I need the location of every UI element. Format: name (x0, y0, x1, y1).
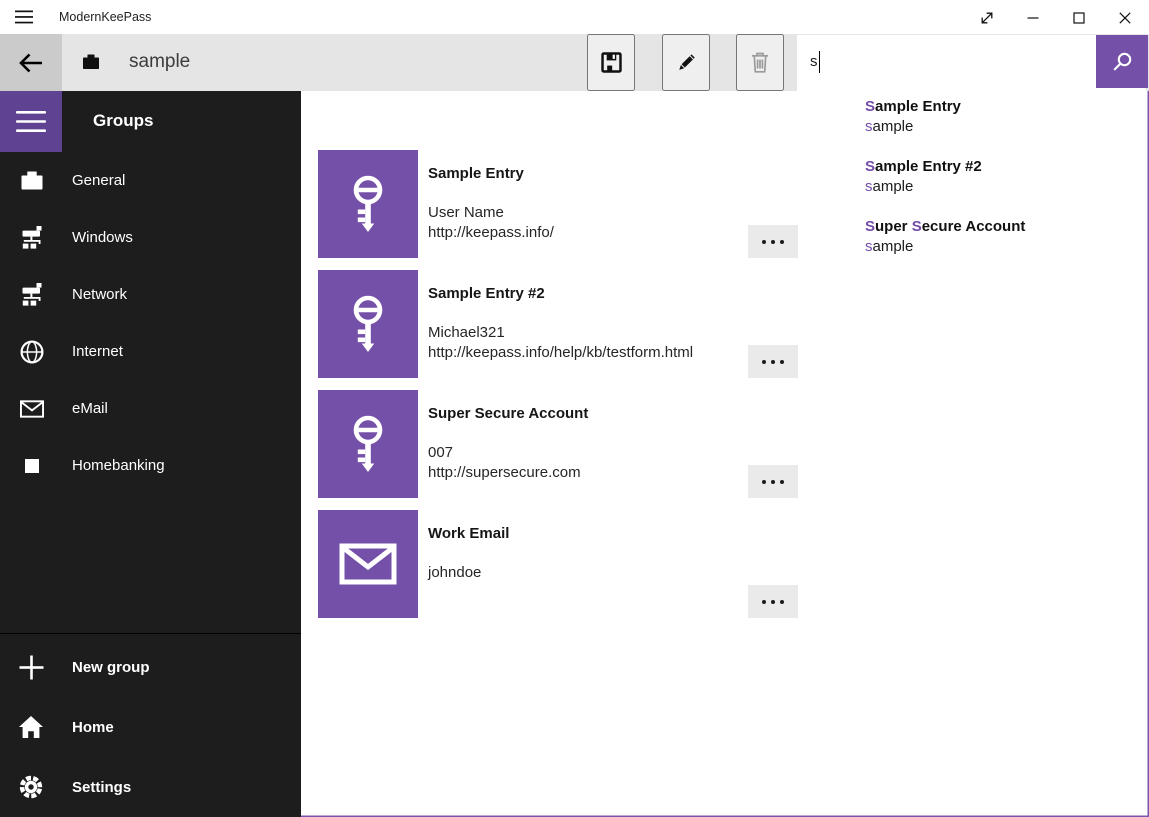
home-icon (18, 715, 44, 739)
more-options-button[interactable] (748, 585, 798, 618)
key-icon (344, 413, 392, 475)
entry-username: Michael321 (428, 323, 693, 343)
sidebar-item-label: Home (72, 719, 114, 736)
key-icon (344, 293, 392, 355)
mail-icon (339, 543, 397, 585)
entry-title: Work Email (428, 525, 509, 542)
save-button[interactable] (587, 34, 635, 91)
plus-icon (18, 655, 44, 680)
more-options-button[interactable] (748, 225, 798, 258)
trash-icon (751, 52, 769, 73)
entry-row[interactable]: Sample Entry User Name http://keepass.in… (318, 150, 798, 258)
entry-url: http://keepass.info/help/kb/testform.htm… (428, 343, 693, 363)
delete-button[interactable] (736, 34, 784, 91)
more-options-button[interactable] (748, 345, 798, 378)
hamburger-icon (16, 111, 46, 132)
sidebar-item-email[interactable]: eMail (0, 380, 301, 437)
sidebar-item-windows[interactable]: Windows (0, 209, 301, 266)
sidebar-item-general[interactable]: General (0, 152, 301, 209)
briefcase-icon (82, 53, 100, 75)
text-cursor (819, 51, 821, 73)
entry-details: Michael321 http://keepass.info/help/kb/t… (428, 323, 693, 363)
entry-title: Super Secure Account (428, 405, 588, 422)
app-title: ModernKeePass (59, 0, 151, 34)
minimize-icon[interactable] (1010, 1, 1056, 34)
groups-header: Groups (93, 91, 153, 152)
suggestion-title: Sample Entry (865, 97, 1146, 117)
sidebar-item-label: Windows (72, 229, 133, 246)
sidebar-item-label: eMail (72, 400, 108, 417)
entry-details: 007 http://supersecure.com (428, 443, 581, 483)
command-bar: sample s (0, 34, 1149, 91)
sidebar-item-home[interactable]: Home (0, 697, 301, 757)
sidebar-item-network[interactable]: Network (0, 266, 301, 323)
search-input[interactable]: s (797, 35, 1096, 88)
briefcase-icon (20, 170, 44, 191)
mail-icon (20, 400, 44, 418)
sidebar-item-label: New group (72, 659, 150, 676)
entry-tile[interactable] (318, 150, 418, 258)
square-icon (20, 459, 44, 473)
suggestion-subtitle: sample (865, 237, 1146, 257)
entry-username: johndoe (428, 563, 481, 583)
titlebar: ModernKeePass (0, 0, 1149, 34)
sidebar-item-homebanking[interactable]: Homebanking (0, 437, 301, 494)
expand-icon[interactable] (964, 1, 1010, 34)
edit-button[interactable] (662, 34, 710, 91)
entry-title: Sample Entry #2 (428, 285, 545, 302)
sidebar: Groups General Windows Network Internet … (0, 91, 301, 817)
sidebar-divider (0, 633, 301, 634)
entry-details: johndoe (428, 563, 481, 583)
network-icon (20, 226, 44, 249)
entry-url: http://supersecure.com (428, 463, 581, 483)
more-options-button[interactable] (748, 465, 798, 498)
window-controls (964, 1, 1148, 34)
app-window: ModernKeePass sample (0, 0, 1149, 817)
suggestion-subtitle: sample (865, 177, 1146, 197)
sidebar-item-label: Network (72, 286, 127, 303)
entry-username: User Name (428, 203, 554, 223)
group-title: sample (129, 34, 190, 91)
search-suggestion[interactable]: Super Secure Account sample (797, 217, 1146, 257)
entry-tile[interactable] (318, 510, 418, 618)
back-button[interactable] (0, 34, 62, 91)
maximize-icon[interactable] (1056, 1, 1102, 34)
entry-tile[interactable] (318, 270, 418, 378)
search-button[interactable] (1096, 35, 1148, 88)
entry-row[interactable]: Work Email johndoe (318, 510, 798, 618)
suggestion-subtitle: sample (865, 117, 1146, 137)
sidebar-item-label: General (72, 172, 125, 189)
entry-url: http://keepass.info/ (428, 223, 554, 243)
entry-tile[interactable] (318, 390, 418, 498)
globe-icon (20, 340, 44, 364)
gear-icon (18, 774, 44, 800)
sidebar-item-label: Internet (72, 343, 123, 360)
sidebar-item-internet[interactable]: Internet (0, 323, 301, 380)
sidebar-item-label: Settings (72, 779, 131, 796)
search-icon (1110, 50, 1134, 74)
hamburger-icon[interactable] (15, 0, 35, 34)
search-suggestion[interactable]: Sample Entry sample (797, 97, 1146, 137)
entry-username: 007 (428, 443, 581, 463)
suggestion-title: Super Secure Account (865, 217, 1146, 237)
edit-pencil-icon (676, 53, 696, 73)
sidebar-item-label: Homebanking (72, 457, 165, 474)
back-arrow-icon (16, 51, 46, 75)
search-suggestions-dropdown: Sample Entry sample Sample Entry #2 samp… (797, 88, 1146, 277)
save-icon (601, 52, 622, 73)
search-value: s (810, 53, 818, 70)
search-suggestion[interactable]: Sample Entry #2 sample (797, 157, 1146, 197)
suggestion-title: Sample Entry #2 (865, 157, 1146, 177)
entry-details: User Name http://keepass.info/ (428, 203, 554, 243)
network-icon (20, 283, 44, 306)
key-icon (344, 173, 392, 235)
entry-title: Sample Entry (428, 165, 524, 182)
close-icon[interactable] (1102, 1, 1148, 34)
entry-row[interactable]: Super Secure Account 007 http://supersec… (318, 390, 798, 498)
sidebar-hamburger-button[interactable] (0, 91, 62, 152)
entry-row[interactable]: Sample Entry #2 Michael321 http://keepas… (318, 270, 798, 378)
sidebar-item-new-group[interactable]: New group (0, 637, 301, 697)
sidebar-item-settings[interactable]: Settings (0, 757, 301, 817)
